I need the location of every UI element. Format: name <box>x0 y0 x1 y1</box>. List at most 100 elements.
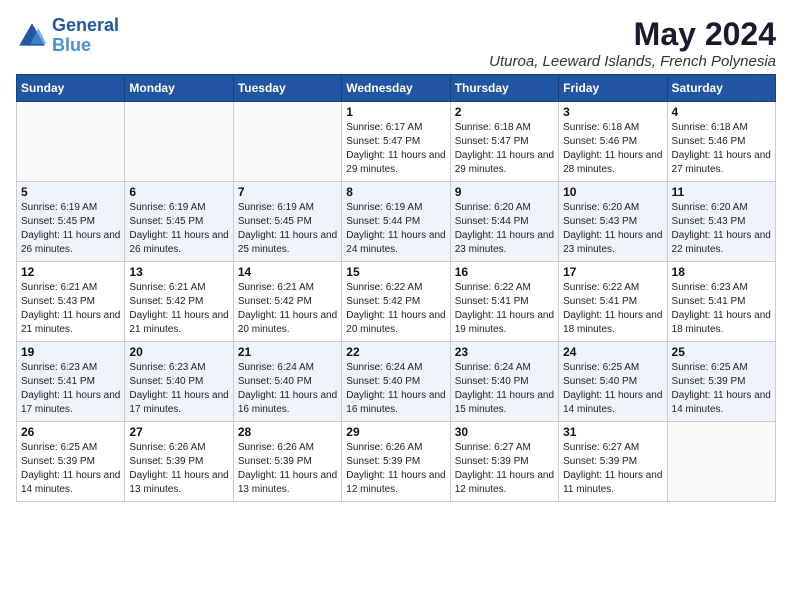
day-info: Sunrise: 6:19 AM Sunset: 5:44 PM Dayligh… <box>346 201 445 257</box>
day-number: 28 <box>238 425 337 439</box>
calendar-cell <box>233 102 341 182</box>
day-info: Sunrise: 6:27 AM Sunset: 5:39 PM Dayligh… <box>455 441 554 497</box>
day-number: 30 <box>455 425 554 439</box>
calendar-cell: 7 Sunrise: 6:19 AM Sunset: 5:45 PM Daylig… <box>233 182 341 262</box>
day-info: Sunrise: 6:27 AM Sunset: 5:39 PM Dayligh… <box>563 441 662 497</box>
day-number: 25 <box>672 345 771 359</box>
calendar-cell: 28 Sunrise: 6:26 AM Sunset: 5:39 PM Dayli… <box>233 422 341 502</box>
day-info: Sunrise: 6:19 AM Sunset: 5:45 PM Dayligh… <box>238 201 337 257</box>
calendar-cell: 22 Sunrise: 6:24 AM Sunset: 5:40 PM Dayli… <box>342 342 450 422</box>
weekday-header-wednesday: Wednesday <box>342 75 450 102</box>
calendar-cell <box>17 102 125 182</box>
day-number: 15 <box>346 265 445 279</box>
calendar-cell: 6Sunrise: 6:19 AM Sunset: 5:45 PM Daylig… <box>125 182 233 262</box>
weekday-header-thursday: Thursday <box>450 75 558 102</box>
day-info: Sunrise: 6:26 AM Sunset: 5:39 PM Dayligh… <box>238 441 337 497</box>
day-number: 9 <box>455 185 554 199</box>
day-number: 27 <box>129 425 228 439</box>
calendar-cell: 23 Sunrise: 6:24 AM Sunset: 5:40 PM Dayli… <box>450 342 558 422</box>
day-info: Sunrise: 6:19 AM Sunset: 5:45 PM Dayligh… <box>129 201 228 257</box>
calendar-cell: 30 Sunrise: 6:27 AM Sunset: 5:39 PM Dayli… <box>450 422 558 502</box>
calendar-cell: 18 Sunrise: 6:23 AM Sunset: 5:41 PM Dayli… <box>667 262 775 342</box>
day-info: Sunrise: 6:21 AM Sunset: 5:42 PM Dayligh… <box>238 281 337 337</box>
day-number: 23 <box>455 345 554 359</box>
calendar-cell: 15 Sunrise: 6:22 AM Sunset: 5:42 PM Dayli… <box>342 262 450 342</box>
calendar-cell: 21 Sunrise: 6:24 AM Sunset: 5:40 PM Dayli… <box>233 342 341 422</box>
day-info: Sunrise: 6:19 AM Sunset: 5:45 PM Dayligh… <box>21 201 120 257</box>
day-info: Sunrise: 6:18 AM Sunset: 5:46 PM Dayligh… <box>672 121 771 177</box>
calendar-cell: 4 Sunrise: 6:18 AM Sunset: 5:46 PM Daylig… <box>667 102 775 182</box>
calendar-cell: 24 Sunrise: 6:25 AM Sunset: 5:40 PM Dayli… <box>559 342 667 422</box>
day-info: Sunrise: 6:25 AM Sunset: 5:40 PM Dayligh… <box>563 361 662 417</box>
day-number: 26 <box>21 425 120 439</box>
calendar-cell: 14Sunrise: 6:21 AM Sunset: 5:42 PM Dayli… <box>233 262 341 342</box>
day-info: Sunrise: 6:26 AM Sunset: 5:39 PM Dayligh… <box>346 441 445 497</box>
calendar-cell <box>667 422 775 502</box>
day-info: Sunrise: 6:24 AM Sunset: 5:40 PM Dayligh… <box>455 361 554 417</box>
weekday-header-saturday: Saturday <box>667 75 775 102</box>
day-number: 18 <box>672 265 771 279</box>
day-number: 29 <box>346 425 445 439</box>
day-number: 8 <box>346 185 445 199</box>
calendar-cell: 11 Sunrise: 6:20 AM Sunset: 5:43 PM Dayli… <box>667 182 775 262</box>
calendar-cell <box>125 102 233 182</box>
week-row-1: 1 Sunrise: 6:17 AM Sunset: 5:47 PM Daylig… <box>17 102 776 182</box>
calendar-cell: 26 Sunrise: 6:25 AM Sunset: 5:39 PM Dayli… <box>17 422 125 502</box>
calendar-cell: 10Sunrise: 6:20 AM Sunset: 5:43 PM Dayli… <box>559 182 667 262</box>
weekday-header-row: SundayMondayTuesdayWednesdayThursdayFrid… <box>17 75 776 102</box>
logo-icon <box>16 20 48 52</box>
day-info: Sunrise: 6:23 AM Sunset: 5:41 PM Dayligh… <box>672 281 771 337</box>
day-number: 24 <box>563 345 662 359</box>
calendar-cell: 16Sunrise: 6:22 AM Sunset: 5:41 PM Dayli… <box>450 262 558 342</box>
calendar-cell: 12Sunrise: 6:21 AM Sunset: 5:43 PM Dayli… <box>17 262 125 342</box>
calendar-cell: 2Sunrise: 6:18 AM Sunset: 5:47 PM Daylig… <box>450 102 558 182</box>
calendar-cell: 31Sunrise: 6:27 AM Sunset: 5:39 PM Dayli… <box>559 422 667 502</box>
weekday-header-friday: Friday <box>559 75 667 102</box>
day-info: Sunrise: 6:23 AM Sunset: 5:40 PM Dayligh… <box>129 361 228 417</box>
day-info: Sunrise: 6:25 AM Sunset: 5:39 PM Dayligh… <box>21 441 120 497</box>
day-info: Sunrise: 6:24 AM Sunset: 5:40 PM Dayligh… <box>346 361 445 417</box>
day-info: Sunrise: 6:25 AM Sunset: 5:39 PM Dayligh… <box>672 361 771 417</box>
calendar-cell: 19Sunrise: 6:23 AM Sunset: 5:41 PM Dayli… <box>17 342 125 422</box>
day-number: 2 <box>455 105 554 119</box>
day-number: 4 <box>672 105 771 119</box>
day-info: Sunrise: 6:20 AM Sunset: 5:44 PM Dayligh… <box>455 201 554 257</box>
calendar-cell: 1 Sunrise: 6:17 AM Sunset: 5:47 PM Daylig… <box>342 102 450 182</box>
day-number: 1 <box>346 105 445 119</box>
calendar-cell: 17Sunrise: 6:22 AM Sunset: 5:41 PM Dayli… <box>559 262 667 342</box>
day-number: 3 <box>563 105 662 119</box>
day-info: Sunrise: 6:22 AM Sunset: 5:42 PM Dayligh… <box>346 281 445 337</box>
day-number: 10 <box>563 185 662 199</box>
day-info: Sunrise: 6:18 AM Sunset: 5:46 PM Dayligh… <box>563 121 662 177</box>
logo: General Blue <box>16 16 119 56</box>
calendar-cell: 9 Sunrise: 6:20 AM Sunset: 5:44 PM Daylig… <box>450 182 558 262</box>
calendar-cell: 8 Sunrise: 6:19 AM Sunset: 5:44 PM Daylig… <box>342 182 450 262</box>
day-number: 19 <box>21 345 120 359</box>
calendar-cell: 25 Sunrise: 6:25 AM Sunset: 5:39 PM Dayli… <box>667 342 775 422</box>
logo-text: General Blue <box>52 16 119 56</box>
day-number: 11 <box>672 185 771 199</box>
day-number: 5 <box>21 185 120 199</box>
week-row-4: 19Sunrise: 6:23 AM Sunset: 5:41 PM Dayli… <box>17 342 776 422</box>
weekday-header-tuesday: Tuesday <box>233 75 341 102</box>
day-number: 7 <box>238 185 337 199</box>
calendar-cell: 5 Sunrise: 6:19 AM Sunset: 5:45 PM Daylig… <box>17 182 125 262</box>
day-info: Sunrise: 6:20 AM Sunset: 5:43 PM Dayligh… <box>672 201 771 257</box>
day-info: Sunrise: 6:22 AM Sunset: 5:41 PM Dayligh… <box>563 281 662 337</box>
title-block: May 2024 Uturoa, Leeward Islands, French… <box>489 16 776 70</box>
day-number: 16 <box>455 265 554 279</box>
day-number: 13 <box>129 265 228 279</box>
calendar-cell: 3 Sunrise: 6:18 AM Sunset: 5:46 PM Daylig… <box>559 102 667 182</box>
day-number: 22 <box>346 345 445 359</box>
day-info: Sunrise: 6:17 AM Sunset: 5:47 PM Dayligh… <box>346 121 445 177</box>
location-subtitle: Uturoa, Leeward Islands, French Polynesi… <box>489 53 776 70</box>
day-number: 20 <box>129 345 228 359</box>
calendar-cell: 29 Sunrise: 6:26 AM Sunset: 5:39 PM Dayli… <box>342 422 450 502</box>
day-info: Sunrise: 6:24 AM Sunset: 5:40 PM Dayligh… <box>238 361 337 417</box>
weekday-header-sunday: Sunday <box>17 75 125 102</box>
page-header: General Blue May 2024 Uturoa, Leeward Is… <box>16 16 776 70</box>
day-number: 21 <box>238 345 337 359</box>
day-info: Sunrise: 6:21 AM Sunset: 5:42 PM Dayligh… <box>129 281 228 337</box>
weekday-header-monday: Monday <box>125 75 233 102</box>
day-number: 12 <box>21 265 120 279</box>
